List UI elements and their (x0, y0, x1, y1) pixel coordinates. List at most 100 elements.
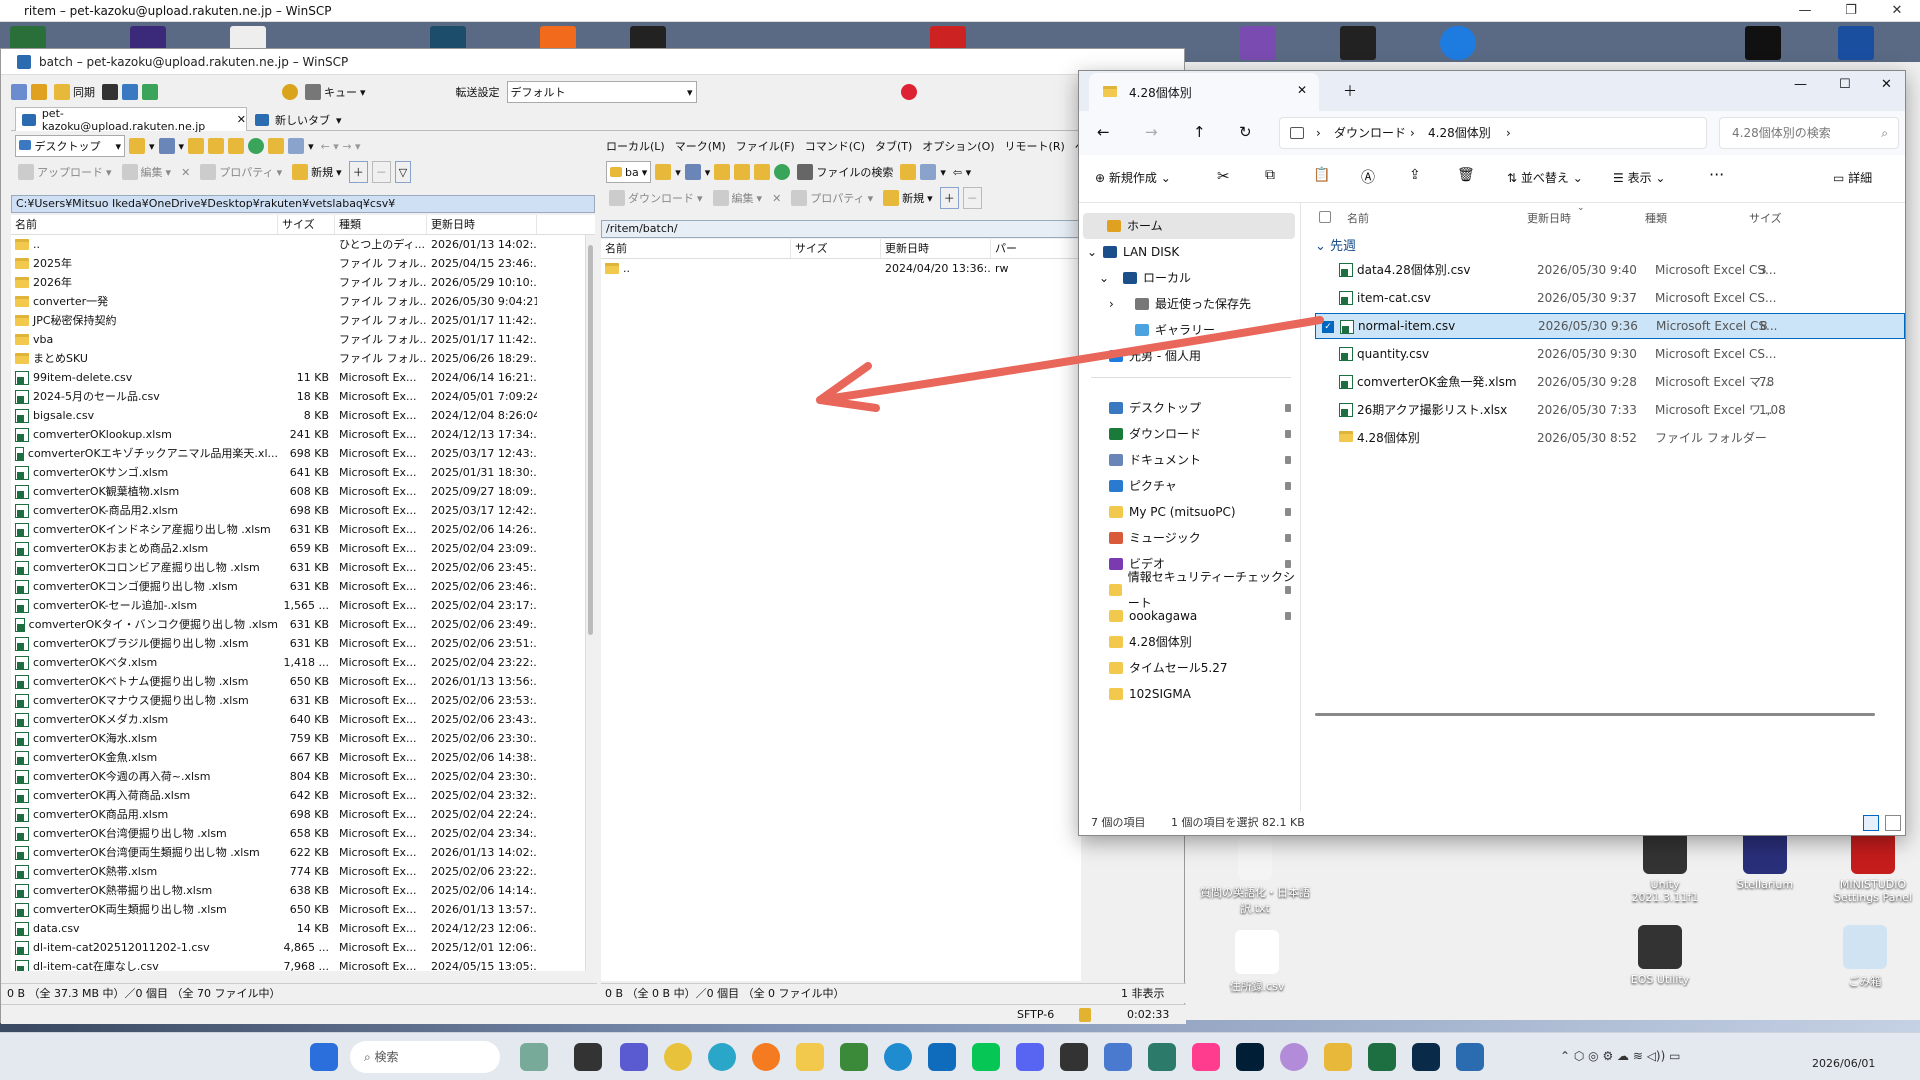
table-row[interactable]: comverterOK今週の再入荷~.xlsm 804 KB Microsoft E… (11, 767, 594, 786)
table-row[interactable]: comverterOK金魚.xlsm 667 KB Microsoft Ex... 2… (11, 748, 594, 767)
close-button[interactable]: ✕ (1874, 0, 1920, 22)
local-file-list[interactable]: .. ひとつ上のディ... 2026/01/13 14:02:... 2025年 ファイ… (11, 235, 595, 971)
root-dir-icon[interactable] (208, 138, 225, 154)
maximize-button[interactable]: ❐ (1828, 0, 1874, 22)
line-icon[interactable] (972, 1043, 1000, 1071)
sort-button[interactable]: ⇅ 並べ替え ⌄ (1507, 169, 1583, 186)
reconnect-icon[interactable] (900, 84, 917, 100)
table-row[interactable]: comverterOKエキゾチックアニマル品用楽天.xl... 698 KB Mic… (11, 444, 594, 463)
menu-item[interactable]: ローカル(L) (606, 138, 665, 154)
root-dir-icon[interactable] (734, 164, 751, 180)
local-path-bar[interactable]: C:¥Users¥Mitsuo Ikeda¥OneDrive¥Desktop¥r… (11, 195, 595, 213)
tiles-view-icon[interactable] (1885, 815, 1901, 831)
remote-path-bar[interactable]: /ritem/batch/ (601, 220, 1081, 238)
home-icon[interactable] (228, 138, 245, 154)
excel-icon[interactable] (1368, 1043, 1396, 1071)
session-tab-active[interactable]: pet-kazoku@upload.rakuten.ne.jp ✕ (15, 107, 247, 133)
app-icon[interactable] (520, 1043, 548, 1071)
app-icon[interactable] (1060, 1043, 1088, 1071)
refresh-icon[interactable] (774, 164, 791, 180)
table-row[interactable]: comverterOK両生類掘り出し物 .xlsm 650 KB Microsoft… (11, 900, 594, 919)
filter-icon[interactable] (684, 164, 701, 180)
explorer-taskbar-icon[interactable] (796, 1043, 824, 1071)
table-row[interactable]: vba ファイル フォル... 2025/01/17 11:42:... (11, 330, 594, 349)
desktop-icon-eos[interactable]: EOS Utility (1625, 925, 1695, 986)
nav-item[interactable]: ホーム (1083, 213, 1295, 239)
column-header[interactable]: 名前 (601, 239, 791, 258)
column-header[interactable]: サイズ (791, 239, 881, 258)
menu-item[interactable]: オプション(O) (922, 138, 994, 154)
find-icon[interactable] (900, 164, 917, 180)
back-button[interactable]: ⇦ ▾ (950, 161, 974, 183)
table-row[interactable]: comverterOKマナウス便掘り出し物 .xlsm 631 KB Microso… (11, 691, 594, 710)
search-box[interactable]: 4.28個体別の検索 ⌕ (1719, 117, 1899, 149)
teams-icon[interactable] (620, 1043, 648, 1071)
table-row[interactable]: comverterOKメダカ.xlsm 640 KB Microsoft Ex...… (11, 710, 594, 729)
table-row[interactable]: 2026年 ファイル フォル... 2026/05/29 10:10:... (11, 273, 594, 292)
up-arrow-icon[interactable]: ↑ (1193, 123, 1206, 141)
new-tab-button[interactable]: 新しいタブ ▾ (255, 109, 342, 131)
column-header[interactable]: 更新日時 (427, 215, 537, 234)
breadcrumb-folder[interactable]: 4.28個体別 (1428, 118, 1491, 148)
column-header[interactable]: 名前 (11, 215, 278, 234)
console-icon[interactable] (102, 84, 118, 100)
table-row[interactable]: comverterOKおまとめ商品2.xlsm 659 KB Microsoft E… (11, 539, 594, 558)
copy-icon[interactable]: ⧉ (1265, 167, 1275, 183)
lightroom-icon[interactable] (1412, 1043, 1440, 1071)
properties-button[interactable]: プロパティ ▾ (197, 161, 285, 183)
table-row[interactable]: comverterOKコンゴ便掘り出し物 .xlsm 631 KB Microsof… (11, 577, 594, 596)
table-row[interactable]: comverterOKブラジル便掘り出し物 .xlsm 631 KB Microso… (11, 634, 594, 653)
gear-icon[interactable] (282, 84, 298, 100)
delete-button[interactable]: ✕ (178, 161, 193, 183)
file-row[interactable]: item-cat.csv 2026/05/30 9:37 Microsoft Exc… (1315, 285, 1905, 311)
table-row[interactable]: data.csv 14 KB Microsoft Ex... 2024/12/23 1… (11, 919, 594, 938)
table-row[interactable]: converter一発 ファイル フォル... 2026/05/30 9:04:21 (11, 292, 594, 311)
desktop-icon-unity[interactable]: Unity 2021.3.11f1 (1630, 830, 1700, 904)
minimize-button[interactable]: — (1794, 77, 1807, 92)
column-header[interactable]: サイズ (278, 215, 335, 234)
firefox-icon[interactable] (752, 1043, 780, 1071)
minimize-button[interactable]: — (1782, 0, 1828, 22)
app-icon[interactable] (840, 1043, 868, 1071)
desktop-icon-stellarium[interactable]: Stellarium (1730, 830, 1800, 891)
address-bar[interactable]: › ダウンロード › 4.28個体別 › (1279, 117, 1707, 149)
table-row[interactable]: comverterOK台湾便両生類掘り出し物 .xlsm 622 KB Micros… (11, 843, 594, 862)
details-button[interactable]: ▭ 詳細 (1833, 169, 1872, 186)
table-row[interactable]: comverterOKベタ.xlsm 1,418 ... Microsoft Ex.… (11, 653, 594, 672)
find-icon[interactable] (268, 138, 285, 154)
new-button[interactable]: 新規 ▾ (289, 161, 345, 183)
new-button[interactable]: 新規 ▾ (880, 187, 936, 209)
menu-item[interactable]: マーク(M) (675, 138, 726, 154)
close-button[interactable]: ✕ (1881, 77, 1892, 92)
table-row[interactable]: comverterOK-セール追加-.xlsm 1,565 ... Microsof… (11, 596, 594, 615)
back-arrow-icon[interactable]: ← (1097, 123, 1110, 141)
photoshop-icon[interactable] (1236, 1043, 1264, 1071)
table-row[interactable]: comverterOKタイ・バンコク便掘り出し物 .xlsm 631 KB Micr… (11, 615, 594, 634)
trash-icon[interactable]: 🗑 (1457, 167, 1475, 183)
rename-icon[interactable]: Ⓐ (1361, 167, 1375, 187)
nav-item[interactable]: My PC (mitsuoPC) (1079, 499, 1300, 525)
open-folder-icon[interactable] (129, 138, 145, 154)
download-button[interactable]: ダウンロード ▾ (606, 187, 706, 209)
new-tab-icon[interactable]: ＋ (1343, 81, 1357, 101)
table-row[interactable]: comverterOK再入荷商品.xlsm 642 KB Microsoft Ex.… (11, 786, 594, 805)
table-row[interactable]: comverterOK台湾便掘り出し物 .xlsm 658 KB Microsoft… (11, 824, 594, 843)
taskbar-search[interactable]: ⌕ 検索 (350, 1041, 500, 1073)
parent-dir-icon[interactable] (714, 164, 731, 180)
forward-arrow-icon[interactable]: → (1145, 123, 1158, 141)
app-icon[interactable] (1148, 1043, 1176, 1071)
column-header[interactable]: 更新日時 (881, 239, 991, 258)
share-icon[interactable]: ⇪ (1409, 167, 1421, 183)
app-icon[interactable] (1104, 1043, 1132, 1071)
table-row[interactable]: comverterOKlookup.xlsm 241 KB Microsoft Ex… (11, 425, 594, 444)
nav-item[interactable]: 4.28個体別 (1079, 629, 1300, 655)
cut-icon[interactable]: ✂ (1217, 167, 1230, 185)
table-row[interactable]: comverterOK商品用.xlsm 698 KB Microsoft Ex...… (11, 805, 594, 824)
clock-date[interactable]: 2026/06/01 (1812, 1057, 1875, 1070)
table-row[interactable]: comverterOKインドネシア産掘り出し物 .xlsm 631 KB Micro… (11, 520, 594, 539)
col-name[interactable]: 名前 (1347, 210, 1369, 226)
delete-button[interactable]: ✕ (769, 187, 784, 209)
transfer-select[interactable]: デフォルト ▾ (506, 81, 697, 103)
new-button[interactable]: ⊕ 新規作成 ⌄ (1095, 169, 1171, 186)
filter-select-button[interactable]: ▽ (394, 161, 412, 183)
